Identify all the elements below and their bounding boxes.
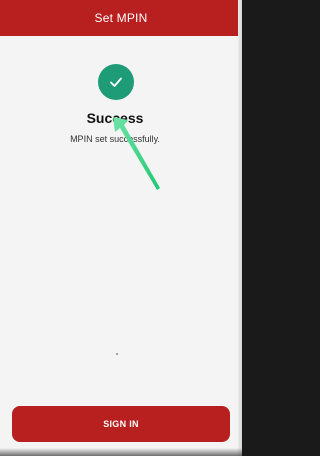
page-title: Set MPIN — [94, 11, 148, 25]
success-badge — [98, 64, 134, 100]
app-header: Set MPIN — [0, 0, 242, 36]
check-icon — [110, 77, 122, 87]
annotation-arrow-icon — [113, 117, 160, 190]
app-screen: Set MPIN Success MPIN set successfully. … — [0, 0, 242, 456]
sign-in-button[interactable]: SIGN IN — [12, 406, 230, 442]
screen-edge-shadow — [238, 0, 242, 456]
screen-bottom-shadow — [0, 448, 242, 456]
sign-in-label: SIGN IN — [103, 419, 139, 429]
screen-speck — [116, 353, 118, 355]
